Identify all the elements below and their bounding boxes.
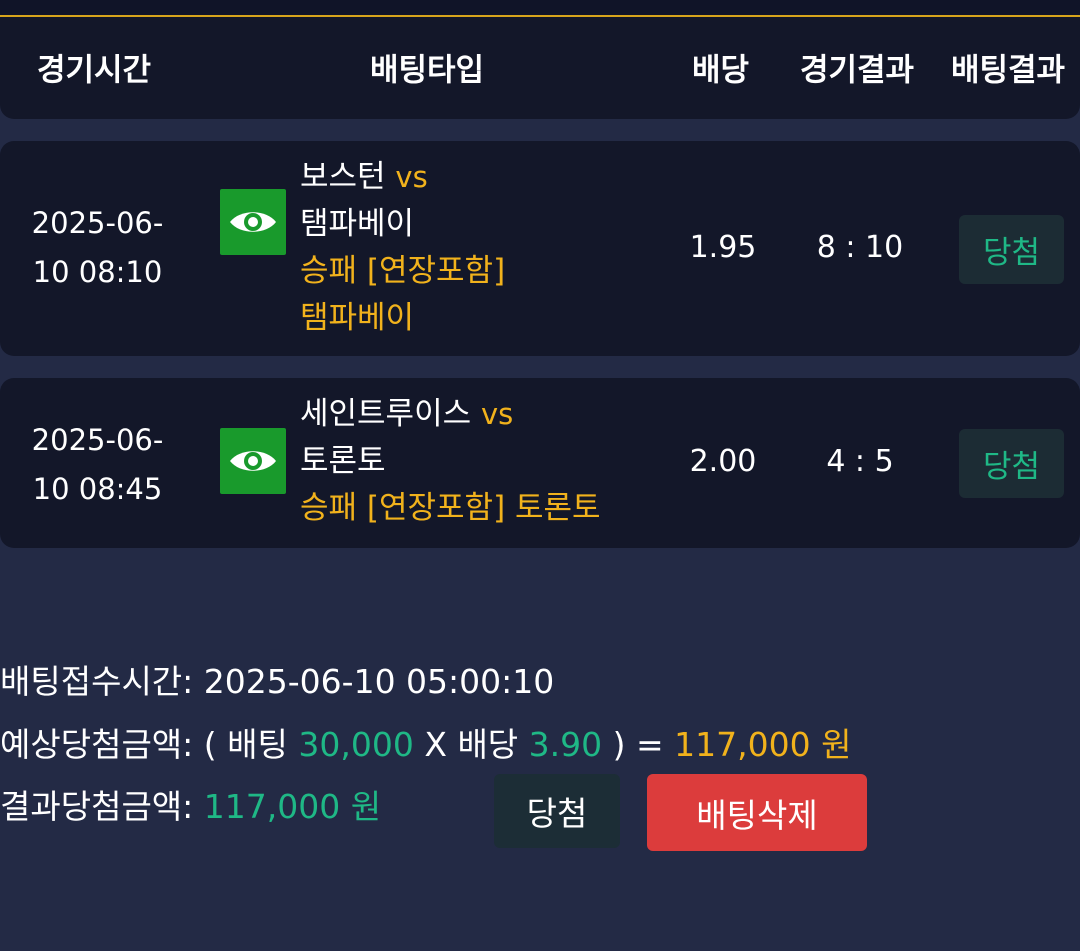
odds-value: 1.95: [689, 230, 757, 265]
home-team: 세인트루이스: [300, 396, 472, 432]
bet-market-pick: 승패 [연장포함] 토론토: [300, 490, 601, 526]
times-odds: X 배당: [424, 725, 519, 764]
total-odds: 3.90: [528, 725, 603, 764]
expected-amount: 117,000 원: [674, 725, 852, 764]
game-time-clock: 10 08:10: [32, 255, 163, 289]
vs-label: vs: [480, 397, 514, 431]
header-odds: 배당: [692, 52, 750, 89]
game-score: 4 : 5: [826, 444, 894, 479]
header-game-result: 경기결과: [800, 52, 915, 89]
game-time: 2025-06- 10 08:45: [0, 416, 195, 514]
bet-pick: 탬파베이: [300, 300, 415, 336]
eye-icon[interactable]: [220, 428, 286, 494]
game-time-date: 2025-06-: [31, 206, 164, 240]
header-bet-result: 배팅결과: [951, 52, 1066, 89]
delete-bet-button[interactable]: 배팅삭제: [647, 774, 867, 851]
bet-result-badge: 당첨: [959, 429, 1064, 498]
expected-open: ( 배팅: [203, 725, 288, 764]
bet-type: 보스턴 vs 탬파베이 승패 [연장포함] 탬파베이: [300, 154, 505, 342]
result-amount-line: 결과당첨금액: 117,000 원: [0, 787, 381, 827]
result-label: 결과당첨금액:: [0, 787, 194, 826]
top-strip: [0, 0, 1080, 17]
table-header: 경기시간 배팅타입 배당 경기결과 배팅결과: [0, 17, 1080, 119]
result-amount: 117,000 원: [203, 787, 382, 826]
stake-amount: 30,000: [298, 725, 414, 764]
bet-time-line: 배팅접수시간: 2025-06-10 05:00:10: [0, 662, 554, 702]
bet-time-value: 2025-06-10 05:00:10: [203, 662, 555, 701]
expected-label: 예상당첨금액:: [0, 725, 194, 764]
away-team: 탬파베이: [300, 206, 415, 242]
game-time-clock: 10 08:45: [32, 472, 163, 506]
odds-value: 2.00: [689, 444, 757, 479]
game-time-date: 2025-06-: [31, 423, 164, 457]
eye-icon[interactable]: [220, 189, 286, 255]
vs-label: vs: [395, 160, 428, 194]
expected-amount-line: 예상당첨금액: ( 배팅 30,000 X 배당 3.90 ) = 117,00…: [0, 725, 852, 765]
game-time: 2025-06- 10 08:10: [0, 199, 195, 297]
bet-market: 승패 [연장포함]: [300, 253, 506, 289]
home-team: 보스턴: [300, 159, 386, 195]
win-status-button[interactable]: 당첨: [494, 774, 620, 848]
header-bet-type: 배팅타입: [370, 52, 485, 89]
bet-type: 세인트루이스 vs 토론토 승패 [연장포함] 토론토: [300, 391, 601, 532]
away-team: 토론토: [300, 443, 386, 479]
table-row: 2025-06- 10 08:45 세인트루이스 vs 토론토 승패 [연장포함…: [0, 378, 1080, 548]
bet-result-badge: 당첨: [959, 215, 1064, 284]
header-time: 경기시간: [37, 52, 152, 89]
game-score: 8 : 10: [816, 230, 904, 265]
table-row: 2025-06- 10 08:10 보스턴 vs 탬파베이 승패 [연장포함] …: [0, 141, 1080, 356]
bet-time-label: 배팅접수시간:: [0, 662, 194, 701]
close-eq: ) =: [612, 725, 664, 764]
